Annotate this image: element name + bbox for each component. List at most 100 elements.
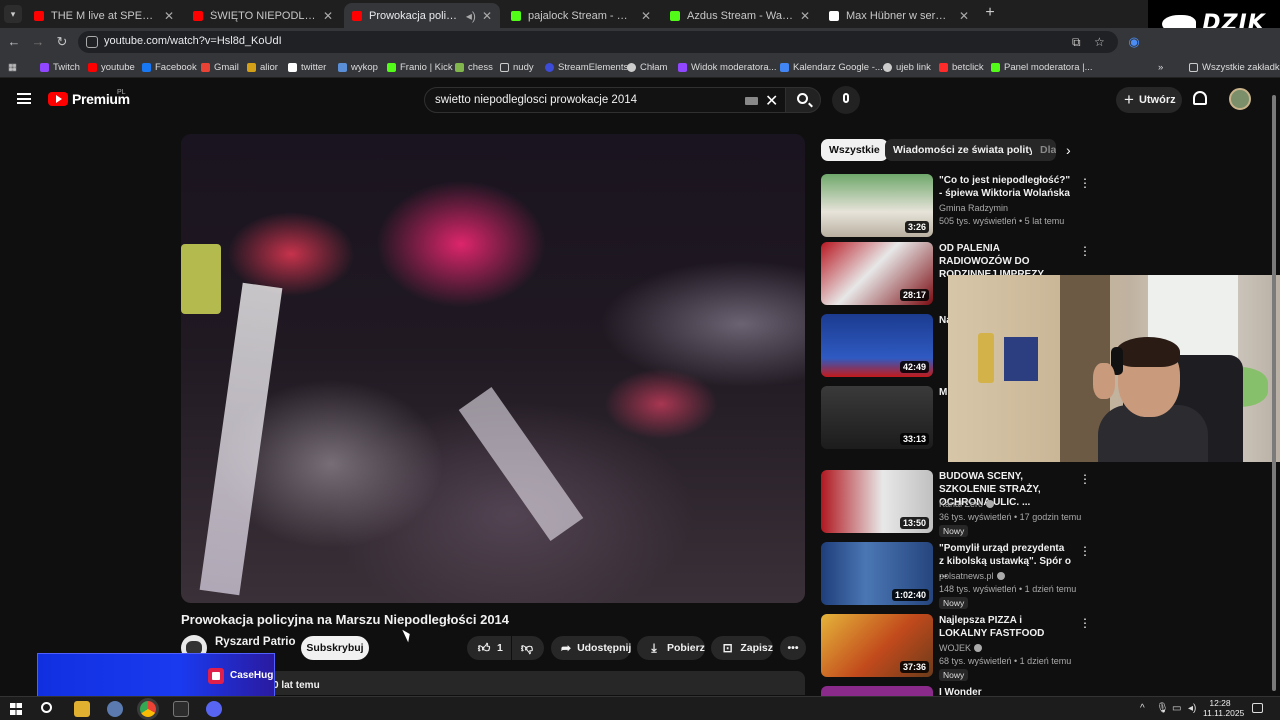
recommendation-channel[interactable]: Kanał Zero xyxy=(939,499,995,509)
recommendation-item[interactable]: 1:02:40 "Pomylił urząd prezydenta z kibo… xyxy=(821,542,1091,609)
tray-chevron-icon[interactable]: ^ xyxy=(1140,703,1145,714)
video-thumbnail[interactable]: 42:49 xyxy=(821,314,933,377)
video-thumbnail[interactable]: 1:02:40 xyxy=(821,542,933,605)
tab-search-button[interactable]: ▾ xyxy=(4,5,22,23)
notification-center-icon[interactable] xyxy=(1252,703,1263,713)
bookmark-betclick[interactable]: betclick xyxy=(939,60,984,74)
recommendation-item[interactable]: I Wonder ⋮ xyxy=(821,686,1081,696)
recommendation-title[interactable]: Najlepsza PIZZA i LOKALNY FASTFOOD xyxy=(939,614,1071,640)
bookmark-franio-kick[interactable]: Franio | Kick xyxy=(387,60,453,74)
browser-tab[interactable]: Max Hübner w serwisie X: „UWA ✕ xyxy=(821,3,977,28)
all-bookmarks-button[interactable]: Wszystkie zakładki xyxy=(1189,60,1280,74)
like-button[interactable]: 👍︎ 1 xyxy=(467,636,511,660)
network-icon[interactable]: ▭ xyxy=(1172,703,1181,714)
close-tab-icon[interactable]: ✕ xyxy=(959,9,969,23)
kebab-menu-icon[interactable]: ⋮ xyxy=(1079,244,1091,258)
clear-search-icon[interactable]: ✕ xyxy=(765,91,778,111)
recommendation-item[interactable]: 37:36 Najlepsza PIZZA i LOKALNY FASTFOOD… xyxy=(821,614,1091,681)
close-tab-icon[interactable]: ✕ xyxy=(164,9,174,23)
browser-tab[interactable]: Azdus Stream - Watch Live on Kick ✕ xyxy=(662,3,818,28)
more-bookmarks-chevron-icon[interactable]: » xyxy=(1158,60,1163,74)
browser-tab[interactable]: pajalock Stream - Watch Live on ✕ xyxy=(503,3,659,28)
close-tab-icon[interactable]: ✕ xyxy=(641,9,651,23)
account-avatar[interactable] xyxy=(1229,88,1251,110)
bookmark-kalendarz[interactable]: Kalendarz Google -... xyxy=(780,60,883,74)
forward-arrow-icon[interactable]: → xyxy=(30,34,46,50)
bookmark-youtube[interactable]: youtube xyxy=(88,60,135,74)
system-clock[interactable]: 12:28 11.11.2025 xyxy=(1203,698,1244,718)
kebab-menu-icon[interactable]: ⋮ xyxy=(1079,472,1091,486)
video-thumbnail[interactable]: 3:26 xyxy=(821,174,933,237)
bookmark-twitter[interactable]: twitter xyxy=(288,60,326,74)
browser-tab[interactable]: ŚWIĘTO NIEPODLEGŁOŚCI 2025 ✕ xyxy=(185,3,341,28)
chip-for-you[interactable]: Dla xyxy=(1032,139,1056,161)
share-button[interactable]: ➦ Udostępnij xyxy=(551,636,631,660)
kebab-menu-icon[interactable]: ⋮ xyxy=(1079,176,1091,190)
extension-icon[interactable]: ◉ xyxy=(1126,34,1142,50)
channel-name[interactable]: Ryszard Patrio xyxy=(215,636,296,648)
search-input[interactable]: swietto niepodleglosci prowokacje 2014 ✕ xyxy=(424,87,788,113)
search-button[interactable] xyxy=(785,87,821,113)
keyboard-icon[interactable] xyxy=(745,97,758,105)
bookmark-twitch[interactable]: Twitch xyxy=(40,60,80,74)
chip-politics[interactable]: Wiadomości ze świata polityki xyxy=(885,139,1052,161)
dislike-button[interactable]: 👎︎ xyxy=(512,636,544,660)
search-icon[interactable] xyxy=(41,702,52,713)
video-thumbnail[interactable] xyxy=(821,686,933,696)
recommendation-title[interactable]: "Co to jest niepodległość?" - śpiewa Wik… xyxy=(939,174,1071,200)
app-icon[interactable] xyxy=(107,701,123,717)
bookmark-alior[interactable]: alior xyxy=(247,60,278,74)
close-tab-icon[interactable]: ✕ xyxy=(800,9,810,23)
bookmark-widok-moderatora[interactable]: Widok moderatora... xyxy=(678,60,777,74)
voice-search-button[interactable] xyxy=(832,86,860,114)
file-explorer-icon[interactable] xyxy=(74,701,90,717)
bookmark-streamelements[interactable]: StreamElements xyxy=(545,60,628,74)
recommendation-title[interactable]: I Wonder xyxy=(939,686,1071,696)
video-thumbnail[interactable]: 13:50 xyxy=(821,470,933,533)
create-button[interactable]: + Utwórz xyxy=(1116,87,1182,113)
close-tab-icon[interactable]: ✕ xyxy=(323,9,333,23)
recommendation-item[interactable]: 3:26 "Co to jest niepodległość?" - śpiew… xyxy=(821,174,1091,238)
youtube-logo-icon[interactable] xyxy=(48,92,68,106)
recommendation-channel[interactable]: Gmina Radzymin xyxy=(939,203,1008,213)
page-scrollbar[interactable] xyxy=(1271,89,1277,691)
video-thumbnail[interactable]: 33:13 xyxy=(821,386,933,449)
apps-grid-icon[interactable]: ▦ xyxy=(8,60,17,74)
video-thumbnail[interactable]: 37:36 xyxy=(821,614,933,677)
address-bar[interactable]: youtube.com/watch?v=Hsl8d_KoUdI ⧉ ☆ xyxy=(78,31,1118,53)
subscribe-button[interactable]: Subskrybuj xyxy=(301,636,369,660)
kebab-menu-icon[interactable]: ⋮ xyxy=(1079,544,1091,558)
volume-icon[interactable]: ◂) xyxy=(1188,703,1196,714)
back-arrow-icon[interactable]: ← xyxy=(6,34,22,50)
kebab-menu-icon[interactable]: ⋮ xyxy=(1079,616,1091,630)
new-tab-button[interactable]: + xyxy=(981,4,999,22)
kebab-menu-icon[interactable]: ⋮ xyxy=(1079,688,1081,696)
discord-icon[interactable] xyxy=(206,701,222,717)
download-button[interactable]: ⤓ Pobierz xyxy=(637,636,705,660)
bookmark-facebook[interactable]: Facebook xyxy=(142,60,197,74)
recommendation-channel[interactable]: polsatnews.pl xyxy=(939,571,1005,581)
bookmark-ujeb-link[interactable]: ujeb link xyxy=(883,60,931,74)
bookmark-folder-nudy[interactable]: nudy xyxy=(500,60,534,74)
chrome-icon[interactable] xyxy=(140,701,156,717)
browser-tab-active[interactable]: Prowokacja policyjna na Marszu ◂) ✕ xyxy=(344,3,500,28)
chip-all[interactable]: Wszystkie xyxy=(821,139,888,161)
bookmark-wykop[interactable]: wykop xyxy=(338,60,378,74)
app-icon[interactable] xyxy=(173,701,189,717)
browser-tab[interactable]: THE M live at SPEEDLAND FEST ✕ xyxy=(26,3,182,28)
scrollbar-thumb[interactable] xyxy=(1272,95,1276,691)
cast-icon[interactable]: ⧉ xyxy=(1072,35,1081,50)
bookmark-gmail[interactable]: Gmail xyxy=(201,60,239,74)
windows-start-icon[interactable] xyxy=(10,703,22,715)
chevron-right-icon[interactable]: › xyxy=(1066,142,1071,158)
bookmark-star-icon[interactable]: ☆ xyxy=(1094,35,1105,49)
bookmark-chess[interactable]: chess xyxy=(455,60,493,74)
recommendation-channel[interactable]: WOJEK xyxy=(939,643,983,653)
reload-icon[interactable]: ↻ xyxy=(54,34,70,50)
bookmark-chlam[interactable]: Chłam xyxy=(627,60,667,74)
notifications-bell-icon[interactable] xyxy=(1193,91,1207,105)
bookmark-panel-moderatora[interactable]: Panel moderatora |... xyxy=(991,60,1093,74)
menu-icon[interactable] xyxy=(17,93,31,104)
more-actions-button[interactable]: ••• xyxy=(780,636,806,660)
video-thumbnail[interactable]: 28:17 xyxy=(821,242,933,305)
